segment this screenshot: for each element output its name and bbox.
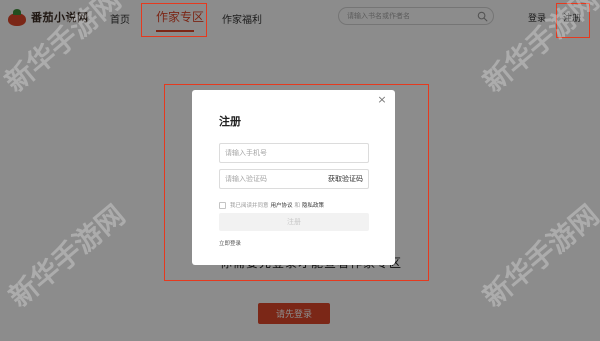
- highlight-author-zone: [141, 3, 207, 37]
- highlight-register-link: [556, 3, 590, 38]
- highlight-register-dialog: [164, 84, 429, 281]
